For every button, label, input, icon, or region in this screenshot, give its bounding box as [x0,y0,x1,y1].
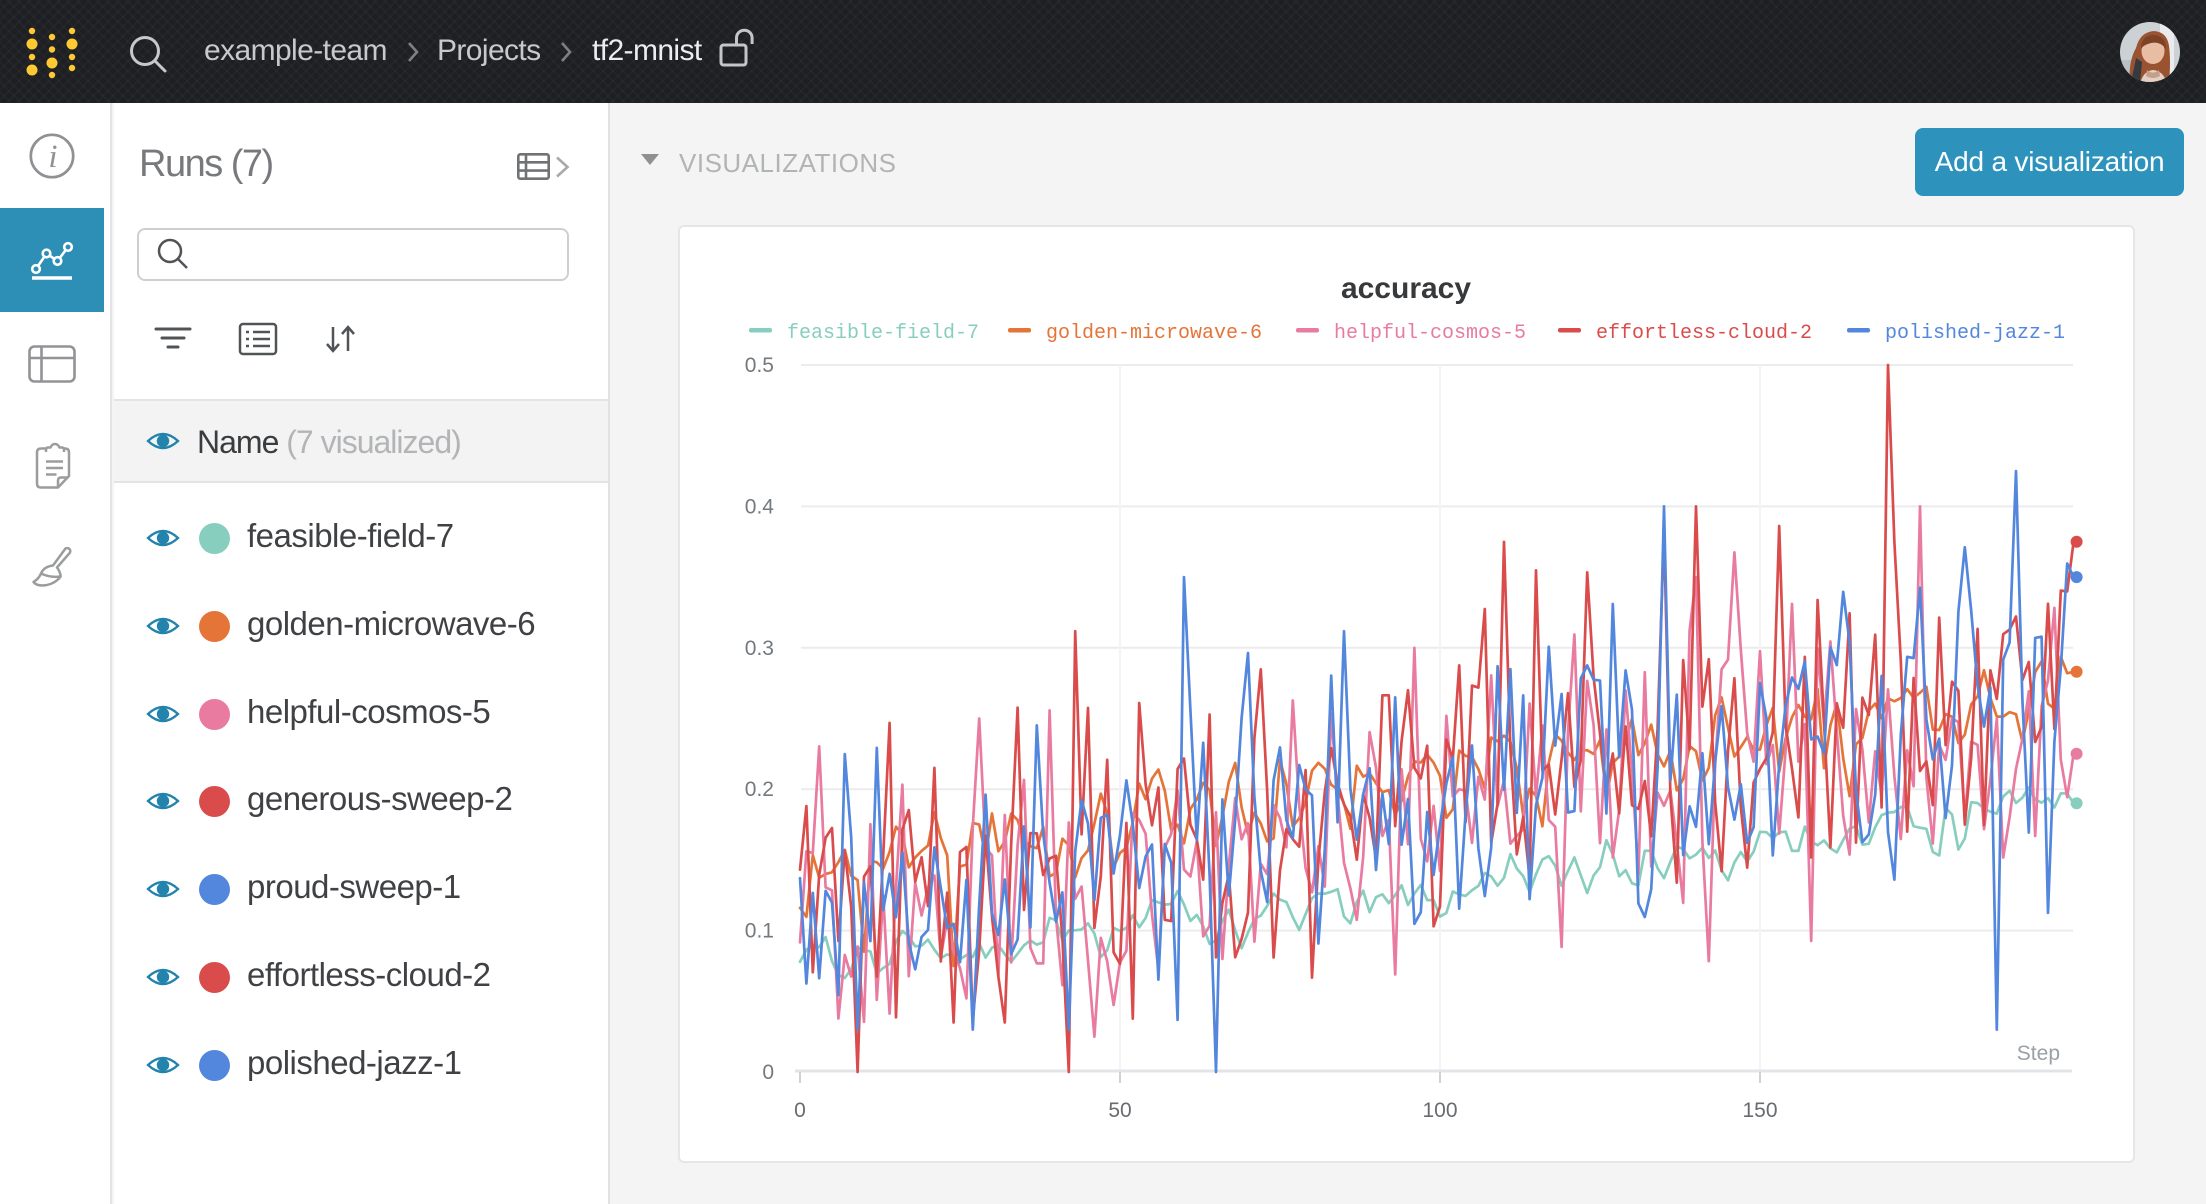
svg-text:0: 0 [794,1099,806,1122]
svg-text:50: 50 [1108,1099,1131,1122]
svg-text:0.2: 0.2 [745,778,774,801]
svg-text:150: 150 [1742,1099,1777,1122]
svg-text:Step: Step [2017,1042,2060,1065]
svg-text:0.3: 0.3 [745,637,774,660]
svg-text:polished-jazz-1: polished-jazz-1 [1885,322,2065,345]
svg-text:accuracy: accuracy [1341,272,1471,305]
svg-text:feasible-field-7: feasible-field-7 [787,322,979,345]
svg-text:100: 100 [1422,1099,1457,1122]
svg-text:0.4: 0.4 [745,495,775,518]
svg-text:golden-microwave-6: golden-microwave-6 [1046,322,1262,345]
svg-text:effortless-cloud-2: effortless-cloud-2 [1596,322,1812,345]
svg-text:0.1: 0.1 [745,920,774,943]
svg-text:0: 0 [762,1061,774,1084]
svg-text:helpful-cosmos-5: helpful-cosmos-5 [1334,322,1526,345]
svg-text:0.5: 0.5 [745,354,774,377]
